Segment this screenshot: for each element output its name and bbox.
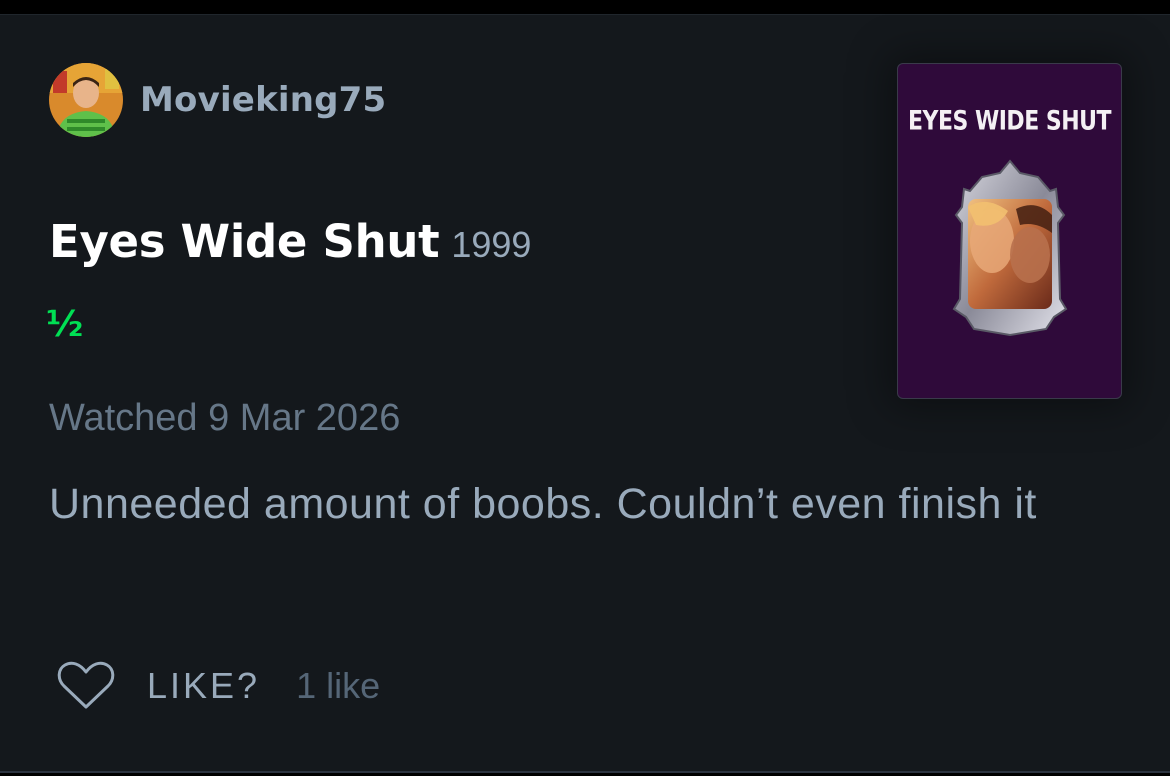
poster-mirror-artwork xyxy=(952,159,1068,337)
film-title[interactable]: Eyes Wide Shut xyxy=(49,215,440,268)
star-rating: ½ xyxy=(46,304,84,345)
review-card: Movieking75 Eyes Wide Shut 1999 ½ Watche… xyxy=(0,14,1170,773)
watched-date: Watched 9 Mar 2026 xyxy=(49,397,401,439)
film-poster[interactable]: EYES WIDE SHUT xyxy=(897,63,1122,399)
review-text: Unneeded amount of boobs. Couldn’t even … xyxy=(49,480,1037,528)
heart-outline-icon[interactable] xyxy=(57,661,115,711)
avatar[interactable] xyxy=(49,63,123,137)
reviewer-row[interactable]: Movieking75 xyxy=(49,63,386,137)
film-year[interactable]: 1999 xyxy=(451,224,531,266)
film-heading[interactable]: Eyes Wide Shut 1999 xyxy=(49,215,531,279)
username[interactable]: Movieking75 xyxy=(140,80,386,120)
like-count[interactable]: 1 like xyxy=(296,665,380,707)
like-button[interactable]: LIKE? xyxy=(147,665,260,707)
page: Movieking75 Eyes Wide Shut 1999 ½ Watche… xyxy=(0,0,1170,776)
poster-title: EYES WIDE SHUT xyxy=(907,106,1112,137)
like-actions: LIKE? 1 like xyxy=(57,658,380,714)
